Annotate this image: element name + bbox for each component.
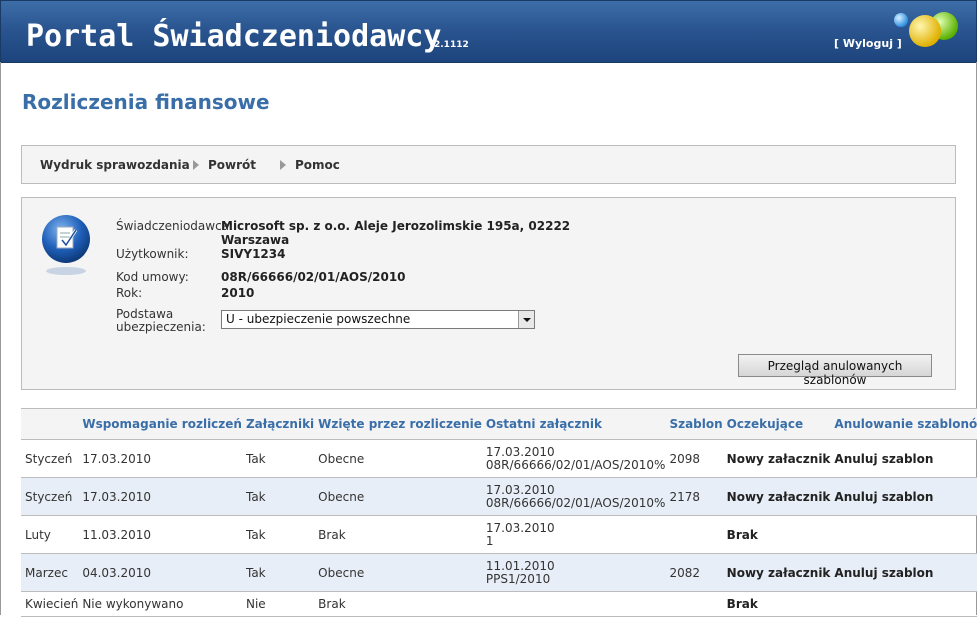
cancel-template-link[interactable]: Anuluj szablon [830, 553, 977, 592]
col-month-header [21, 408, 79, 440]
app-header: Portal Świadczeniodawcy 2.1112 [ Wyloguj… [0, 0, 977, 63]
insurance-basis-select[interactable]: U - ubezpieczenie powszechne [221, 310, 535, 329]
app-title: Portal Świadczeniodawcy [26, 19, 442, 54]
support-cell: 17.03.2010 [78, 439, 242, 478]
last-attachment-cell: 17.03.2010 1 [481, 515, 666, 554]
col-last-attachment-header[interactable]: Ostatni załącznik [481, 408, 666, 440]
last-attachment-date: 17.03.2010 [485, 520, 555, 535]
table-row: Styczeń 17.03.2010 Tak Obecne 17.03.2010… [21, 477, 977, 516]
user-value: SIVY1234 [221, 247, 286, 261]
page-title: Rozliczenia finansowe [22, 90, 270, 114]
cancel-template-cell [830, 515, 977, 554]
chevron-down-icon[interactable] [518, 311, 534, 328]
attachments-cell: Tak [241, 515, 315, 554]
col-template-header[interactable]: Szablon [665, 408, 723, 440]
template-cell [665, 591, 723, 617]
table-row: Luty 11.03.2010 Tak Brak 17.03.2010 1 Bra… [21, 515, 977, 554]
support-cell: Nie wykonywano [78, 591, 242, 617]
pending-status: Brak [722, 591, 831, 617]
last-attachment-cell: 17.03.2010 08R/66666/02/01/AOS/2010% [481, 477, 666, 516]
last-attachment-date: 17.03.2010 [485, 444, 555, 459]
col-attachments-header[interactable]: Załączniki [241, 408, 315, 440]
col-taken-header[interactable]: Wzięte przez rozliczenie [314, 408, 482, 440]
attachments-cell: Tak [241, 477, 315, 516]
cancel-template-link[interactable]: Anuluj szablon [830, 439, 977, 478]
cancel-template-link[interactable]: Anuluj szablon [830, 477, 977, 516]
pending-status: Brak [722, 515, 831, 554]
help-link[interactable]: Pomoc [295, 158, 340, 172]
month-cell: Luty [21, 515, 79, 554]
print-report-link[interactable]: Wydruk sprawozdania [40, 158, 190, 172]
new-attachment-link[interactable]: Nowy załacznik [722, 477, 831, 516]
last-attachment-code: 08R/66666/02/01/AOS/2010% [485, 457, 666, 472]
provider-value: Microsoft sp. z o.o. Aleje Jerozolimskie… [221, 219, 571, 233]
provider-info-panel: Świadczeniodawca: Microsoft sp. z o.o. A… [21, 197, 956, 390]
col-support-header[interactable]: Wspomaganie rozliczeń [78, 408, 242, 440]
insurance-basis-label: Podstawa [116, 307, 174, 321]
logo-balls-icon [894, 12, 958, 47]
action-bar: Wydruk sprawozdania Powrót Pomoc [21, 145, 956, 184]
last-attachment-code: PPS1/2010 [485, 571, 551, 586]
support-cell: 11.03.2010 [78, 515, 242, 554]
app-version: 2.1112 [434, 40, 469, 50]
last-attachment-cell [481, 591, 666, 617]
contract-label: Kod umowy: [116, 270, 189, 284]
taken-cell: Brak [314, 591, 482, 617]
template-cell: 2098 [665, 439, 723, 478]
attachments-cell: Tak [241, 439, 315, 478]
insurance-basis-selected: U - ubezpieczenie powszechne [226, 312, 411, 326]
new-attachment-link[interactable]: Nowy załacznik [722, 553, 831, 592]
last-attachment-date: 17.03.2010 [485, 482, 555, 497]
last-attachment-code: 08R/66666/02/01/AOS/2010% [485, 495, 666, 510]
taken-cell: Brak [314, 515, 482, 554]
table-row: Marzec 04.03.2010 Tak Obecne 11.01.2010 P… [21, 553, 977, 592]
support-cell: 04.03.2010 [78, 553, 242, 592]
month-cell: Styczeń [21, 477, 79, 516]
cancel-template-cell [830, 591, 977, 617]
cancelled-templates-button[interactable]: Przegląd anulowanych szablonów [738, 354, 932, 387]
year-value: 2010 [221, 286, 255, 300]
template-cell: 2082 [665, 553, 723, 592]
month-cell: Marzec [21, 553, 79, 592]
col-pending-header[interactable]: Oczekujące [722, 408, 831, 440]
year-label: Rok: [116, 286, 143, 300]
taken-cell: Obecne [314, 477, 482, 516]
insurance-basis-label-2: ubezpieczenia: [116, 320, 206, 334]
back-link[interactable]: Powrót [208, 158, 256, 172]
last-attachment-code: 1 [485, 533, 494, 548]
arrow-right-icon [280, 160, 286, 170]
provider-label: Świadczeniodawca: [116, 219, 234, 233]
month-cell: Kwiecień [21, 591, 79, 617]
taken-cell: Obecne [314, 439, 482, 478]
document-check-icon [42, 215, 90, 275]
attachments-cell: Tak [241, 553, 315, 592]
table-row: Kwiecień Nie wykonywano Nie Brak Brak [21, 591, 977, 617]
template-cell: 2178 [665, 477, 723, 516]
attachments-cell: Nie [241, 591, 315, 617]
table-row: Styczeń 17.03.2010 Tak Obecne 17.03.2010… [21, 439, 977, 478]
last-attachment-date: 11.01.2010 [485, 558, 555, 573]
last-attachment-cell: 11.01.2010 PPS1/2010 [481, 553, 666, 592]
month-cell: Styczeń [21, 439, 79, 478]
contract-value: 08R/66666/02/01/AOS/2010 [221, 270, 406, 284]
support-cell: 17.03.2010 [78, 477, 242, 516]
last-attachment-cell: 17.03.2010 08R/66666/02/01/AOS/2010% [481, 439, 666, 478]
table-header-row: Wspomaganie rozliczeń Załączniki Wzięte … [21, 408, 977, 440]
template-cell [665, 515, 723, 554]
taken-cell: Obecne [314, 553, 482, 592]
provider-value-city: Warszawa [221, 233, 290, 247]
settlements-table: Wspomaganie rozliczeń Załączniki Wzięte … [21, 408, 977, 617]
new-attachment-link[interactable]: Nowy załacznik [722, 439, 831, 478]
col-cancel-header[interactable]: Anulowanie szablonów [830, 408, 977, 440]
arrow-right-icon [193, 160, 199, 170]
user-label: Użytkownik: [116, 247, 189, 261]
